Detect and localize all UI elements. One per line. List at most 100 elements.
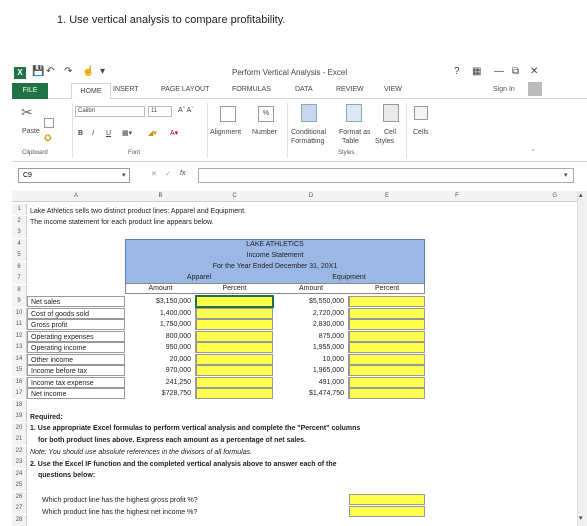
equipment-percent-input[interactable] <box>349 330 425 342</box>
apparel-amount[interactable]: 241,250 <box>125 376 196 388</box>
row-header[interactable]: 9 <box>12 296 27 307</box>
statement-period[interactable]: For the Year Ended December 31, 20X1 <box>125 261 425 272</box>
equipment-amount[interactable]: 1,965,000 <box>273 365 349 376</box>
row-header[interactable]: 24 <box>12 468 27 480</box>
select-all-corner[interactable] <box>12 191 27 202</box>
company-name[interactable]: LAKE ATHLETICS <box>125 239 425 250</box>
line-label[interactable]: Gross profit <box>27 319 125 330</box>
apparel-amount[interactable]: 1,400,000 <box>125 307 196 319</box>
row-header[interactable]: 5 <box>12 250 27 261</box>
tab-view[interactable]: VIEW <box>384 86 402 93</box>
equipment-amount[interactable]: 2,830,000 <box>273 319 349 330</box>
row-header[interactable]: 7 <box>12 273 27 284</box>
apparel-amount-header[interactable]: Amount <box>125 283 196 294</box>
apparel-amount[interactable]: 1,750,000 <box>125 319 196 330</box>
tab-review[interactable]: REVIEW <box>336 86 364 93</box>
equipment-percent-input[interactable] <box>349 296 425 307</box>
alignment-button[interactable]: Alignment <box>210 129 241 136</box>
underline-button[interactable]: U <box>106 130 111 137</box>
requirement-1-line-1[interactable]: 1. Use appropriate Excel formulas to per… <box>30 423 360 434</box>
row-header[interactable]: 6 <box>12 261 27 273</box>
row-header[interactable]: 4 <box>12 238 27 250</box>
equipment-percent-input[interactable] <box>349 376 425 388</box>
percent-icon[interactable]: % <box>258 106 274 122</box>
font-name-box[interactable]: Calibri <box>75 106 145 117</box>
row-header[interactable]: 16 <box>12 376 27 388</box>
equipment-amount[interactable]: 10,000 <box>273 353 349 365</box>
row-header[interactable]: 8 <box>12 284 27 296</box>
line-label[interactable]: Operating income <box>27 342 125 353</box>
column-header[interactable]: G <box>489 191 577 202</box>
equipment-amount[interactable]: 2,720,000 <box>273 307 349 319</box>
borders-icon[interactable]: ▦▾ <box>122 129 132 137</box>
equipment-percent-input[interactable] <box>349 342 425 353</box>
row-header[interactable]: 23 <box>12 457 27 468</box>
column-header[interactable]: B <box>125 191 196 202</box>
customize-qat-icon[interactable]: ▾ <box>100 66 105 77</box>
row-header[interactable]: 26 <box>12 491 27 503</box>
cut-icon[interactable]: ✂ <box>21 104 33 121</box>
apparel-percent-input[interactable] <box>196 353 273 365</box>
scroll-up-icon[interactable]: ▴ <box>579 191 583 199</box>
column-header[interactable]: C <box>196 191 273 202</box>
paste-button[interactable]: Paste <box>22 128 40 135</box>
row-header[interactable]: 17 <box>12 388 27 399</box>
requirement-2-line-2[interactable]: questions below: <box>38 470 95 481</box>
row-header[interactable]: 3 <box>12 227 27 238</box>
redo-icon[interactable]: ↷ <box>64 66 72 77</box>
equipment-percent-input[interactable] <box>349 388 425 399</box>
undo-icon[interactable]: ↶ <box>46 66 54 77</box>
statement-title[interactable]: Income Statement <box>125 250 425 261</box>
insert-function-icon[interactable]: fx <box>180 170 185 177</box>
format-painter-icon[interactable]: ✪ <box>44 133 52 144</box>
requirement-2-line-1[interactable]: 2. Use the Excel IF function and the com… <box>30 459 337 470</box>
confirm-entry-icon[interactable]: ✓ <box>165 170 171 178</box>
row-header[interactable]: 12 <box>12 330 27 342</box>
requirement-1-line-2[interactable]: for both product lines above. Express ea… <box>38 435 306 446</box>
name-box[interactable]: C9 <box>18 168 130 183</box>
tab-insert[interactable]: INSERT <box>113 86 139 93</box>
row-header[interactable]: 10 <box>12 307 27 319</box>
question-net-income[interactable]: Which product line has the highest net i… <box>42 507 197 518</box>
restore-button[interactable]: ⧉ <box>512 66 519 77</box>
format-as-table-button[interactable]: Format as <box>339 129 371 136</box>
equipment-percent-input[interactable] <box>349 353 425 365</box>
cells-icon[interactable] <box>414 106 428 120</box>
minimize-button[interactable]: — <box>494 66 504 77</box>
row-header[interactable]: 2 <box>12 215 27 227</box>
alignment-icon[interactable] <box>220 106 236 122</box>
scroll-down-icon[interactable]: ▾ <box>579 514 583 522</box>
close-button[interactable]: ✕ <box>530 66 538 77</box>
answer-cell-gross-profit[interactable] <box>349 494 425 505</box>
line-label[interactable]: Cost of goods sold <box>27 307 125 319</box>
apparel-percent-input[interactable] <box>196 388 273 399</box>
line-label[interactable]: Net sales <box>27 296 125 307</box>
cells-button[interactable]: Cells <box>413 129 429 136</box>
equipment-percent-input[interactable] <box>349 307 425 319</box>
row-header[interactable]: 19 <box>12 411 27 422</box>
apparel-header[interactable]: Apparel <box>125 272 273 283</box>
row-header[interactable]: 28 <box>12 514 27 526</box>
row-header[interactable]: 15 <box>12 365 27 376</box>
equipment-amount-header[interactable]: Amount <box>273 283 349 294</box>
name-box-dropdown-icon[interactable]: ▾ <box>122 171 126 179</box>
apparel-amount[interactable]: $3,150,000 <box>125 296 196 307</box>
fill-color-icon[interactable]: ◢▾ <box>148 129 157 137</box>
italic-button[interactable]: I <box>92 130 94 137</box>
required-heading[interactable]: Required: <box>30 412 63 423</box>
apparel-amount[interactable]: 950,000 <box>125 342 196 353</box>
row-header[interactable]: 25 <box>12 480 27 491</box>
row-header[interactable]: 22 <box>12 445 27 457</box>
formula-input[interactable] <box>198 168 574 183</box>
collapse-ribbon-icon[interactable]: ˆ <box>532 150 534 157</box>
tab-page-layout[interactable]: PAGE LAYOUT <box>161 86 209 93</box>
format-as-table-icon[interactable] <box>346 104 362 122</box>
bold-button[interactable]: B <box>78 130 83 137</box>
copy-icon[interactable] <box>44 118 54 128</box>
row-header[interactable]: 1 <box>12 204 27 215</box>
row-header[interactable]: 18 <box>12 399 27 411</box>
apparel-percent-input[interactable] <box>196 319 273 330</box>
apparel-amount[interactable]: 970,000 <box>125 365 196 376</box>
line-label[interactable]: Income before tax <box>27 365 125 376</box>
line-label[interactable]: Net income <box>27 388 125 399</box>
